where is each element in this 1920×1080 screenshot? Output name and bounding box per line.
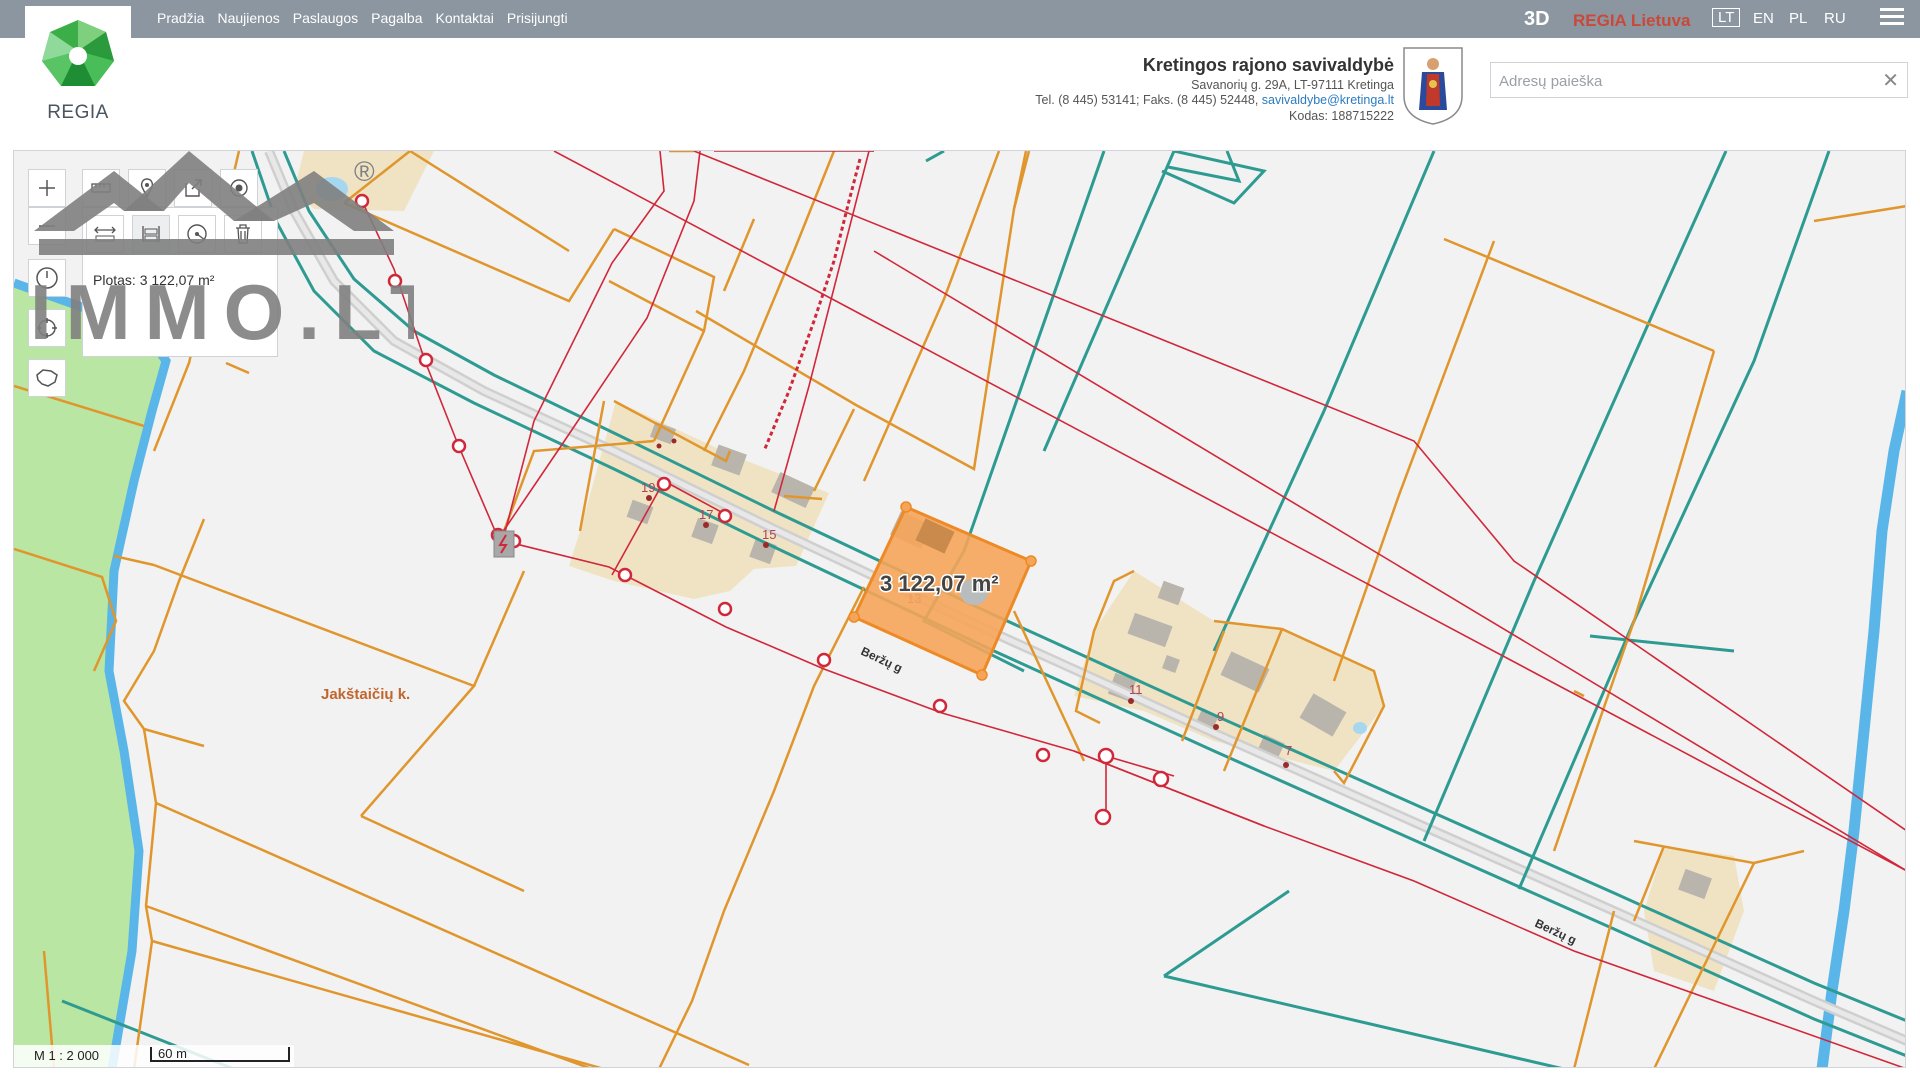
lang-ru[interactable]: RU <box>1824 10 1846 27</box>
forest-area <box>14 283 166 1067</box>
map-view[interactable]: 19 17 15 13 11 9 7 3 122,07 m² Jakštaiči… <box>13 150 1906 1068</box>
lithuania-view-button[interactable] <box>28 359 66 397</box>
lang-en[interactable]: EN <box>1753 10 1774 27</box>
house-number-9: 9 <box>1217 709 1224 724</box>
house-number-11: 11 <box>1129 682 1143 697</box>
main-nav: Pradžia Naujienos Paslaugos Pagalba Kont… <box>157 10 568 26</box>
river-right <box>1816 389 1905 1067</box>
lang-lt[interactable]: LT <box>1712 8 1741 27</box>
scale-ratio: M 1 : 2 000 <box>34 1048 100 1063</box>
area-measure-label: 3 122,07 m² <box>880 571 999 596</box>
municipality-code: Kodas: 188715222 <box>1289 108 1394 123</box>
house-number-17: 17 <box>699 507 713 522</box>
built-area-corner <box>1644 846 1744 991</box>
coat-of-arms-icon <box>1400 44 1466 126</box>
scale-bar: M 1 : 2 000 60 m <box>14 1045 294 1067</box>
address-search: ✕ <box>1490 62 1908 99</box>
house-number-7: 7 <box>1285 743 1292 758</box>
close-icon[interactable]: ✕ <box>1882 68 1899 93</box>
nav-item-kontaktai[interactable]: Kontaktai <box>436 10 494 26</box>
email-link[interactable]: savivaldybe@kretinga.lt <box>1262 93 1394 107</box>
municipality-name: Kretingos rajono savivaldybė <box>1142 55 1394 75</box>
municipality-contacts: Tel. (8 445) 53141; Faks. (8 445) 52448,… <box>1035 93 1394 109</box>
house-number-19: 19 <box>641 480 655 495</box>
scale-distance-bar: 60 m <box>150 1046 290 1062</box>
pond-small <box>1353 722 1367 734</box>
nav-item-pradzia[interactable]: Pradžia <box>157 10 204 26</box>
phone-fax: Tel. (8 445) 53141; Faks. (8 445) 52448, <box>1035 93 1262 107</box>
address-search-input[interactable] <box>1491 63 1871 99</box>
lang-pl[interactable]: PL <box>1789 10 1807 27</box>
nav-item-pagalba[interactable]: Pagalba <box>371 10 422 26</box>
immo-lt-text: IMMO.LT <box>30 268 414 351</box>
regia-logo-text: REGIA <box>47 102 109 123</box>
nav-item-prisijungti[interactable]: Prisijungti <box>507 10 568 26</box>
menu-icon[interactable] <box>1880 8 1904 30</box>
house-number-15: 15 <box>762 527 776 542</box>
registered-mark: ® <box>354 156 375 187</box>
village-label: Jakštaičių k. <box>321 686 410 703</box>
regia-logo-icon <box>42 20 114 86</box>
immo-lt-watermark: ® IMMO.LT <box>30 151 414 351</box>
regia-lietuva-link[interactable]: REGIA Lietuva <box>1573 11 1690 31</box>
regia-logo[interactable]: REGIA <box>25 6 131 124</box>
lithuania-outline-icon <box>36 369 58 387</box>
nav-item-paslaugos[interactable]: Paslaugos <box>293 10 358 26</box>
nav-item-naujienos[interactable]: Naujienos <box>217 10 279 26</box>
street-label-1: Beržų g <box>859 644 905 675</box>
municipality-info: Kretingos rajono savivaldybė Savanorių g… <box>1035 55 1394 124</box>
buildings <box>626 421 1712 900</box>
3d-button[interactable]: 3D <box>1524 8 1550 31</box>
municipality-address: Savanorių g. 29A, LT-97111 Kretinga <box>1191 77 1394 92</box>
scale-distance: 60 m <box>158 1046 187 1061</box>
